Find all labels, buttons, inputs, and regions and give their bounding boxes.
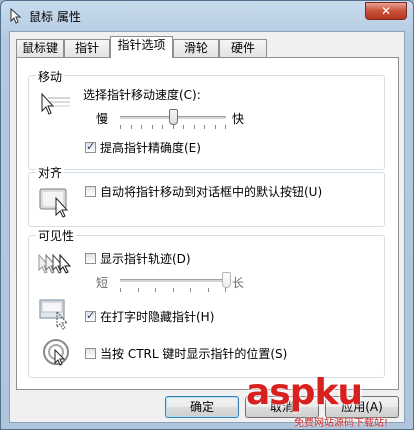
- fast-label: 快: [232, 112, 245, 126]
- slider-tick: [225, 288, 226, 292]
- speed-slider-ticks: [120, 125, 226, 129]
- hide-while-typing-checkbox[interactable]: ✓: [85, 309, 96, 322]
- motion-group-label: 移动: [36, 68, 65, 85]
- short-label: 短: [96, 276, 109, 290]
- ok-button-label: 确定: [189, 400, 214, 414]
- site-watermark: aspku 免费网站源码下载站!: [246, 370, 414, 430]
- tab-label: 鼠标键: [21, 41, 58, 55]
- trails-checkbox[interactable]: [85, 253, 96, 264]
- title-bar[interactable]: 鼠标 属性 ✕: [1, 1, 413, 31]
- trails-label: 显示指针轨迹(D): [100, 252, 191, 266]
- pointer-trails-icon: [38, 253, 72, 274]
- snap-to-label: 自动将指针移动到对话框中的默认按钮(U): [100, 185, 323, 199]
- slider-tick: [225, 125, 226, 129]
- trail-slider-track: [120, 279, 226, 283]
- tab-pointers[interactable]: 指针: [64, 39, 110, 57]
- slider-tick: [155, 288, 156, 292]
- motion-group: [28, 75, 385, 170]
- tab-wheel[interactable]: 滑轮: [173, 39, 219, 57]
- trail-slider-thumb[interactable]: [222, 272, 231, 288]
- hide-while-typing-icon: [39, 299, 69, 330]
- slider-tick: [173, 288, 174, 292]
- pointer-speed-icon: [41, 92, 70, 115]
- slider-tick: [152, 125, 153, 129]
- slider-tick: [120, 125, 121, 129]
- visibility-group-label: 可见性: [36, 227, 77, 244]
- ctrl-locate-checkbox[interactable]: [85, 348, 96, 359]
- mouse-properties-window: 鼠标 属性 ✕ 鼠标键 指针 指针选项 滑轮 硬件 移动 选择指针移动速度(C)…: [0, 0, 414, 430]
- hide-while-typing-label: 在打字时隐藏指针(H): [100, 310, 215, 324]
- tab-hardware[interactable]: 硬件: [219, 39, 267, 57]
- long-label: 长: [232, 276, 245, 290]
- precision-checkbox[interactable]: ✓: [85, 140, 96, 153]
- tab-mouse-buttons[interactable]: 鼠标键: [16, 39, 64, 57]
- ctrl-locate-icon: [43, 339, 69, 366]
- slider-tick: [138, 288, 139, 292]
- tab-label: 指针: [74, 41, 99, 55]
- slow-label: 慢: [96, 112, 109, 126]
- tab-pointer-options[interactable]: 指针选项: [110, 36, 173, 58]
- tab-label: 硬件: [230, 41, 255, 55]
- slider-tick: [173, 125, 174, 129]
- trail-slider-ticks: [120, 288, 226, 292]
- ok-button[interactable]: 确定: [165, 396, 239, 418]
- precision-label: 提高指针精确度(E): [100, 141, 201, 155]
- tab-label: 指针选项: [117, 38, 166, 52]
- check-mark-icon: ✓: [86, 309, 96, 322]
- slider-tick: [204, 125, 205, 129]
- slider-tick: [190, 288, 191, 292]
- mouse-app-icon: [10, 8, 22, 24]
- check-mark-icon: ✓: [86, 140, 96, 153]
- slider-tick: [120, 288, 121, 292]
- speed-label: 选择指针移动速度(C):: [83, 88, 201, 102]
- watermark-logo: aspku: [246, 372, 363, 413]
- slider-tick: [208, 288, 209, 292]
- watermark-tagline: 免费网站源码下载站!: [294, 418, 389, 429]
- slider-tick: [162, 125, 163, 129]
- snap-to-button-icon: [39, 188, 69, 218]
- snap-to-checkbox[interactable]: [85, 186, 96, 197]
- ctrl-locate-label: 当按 CTRL 键时显示指针的位置(S): [100, 347, 288, 361]
- snap-group-label: 对齐: [36, 164, 65, 181]
- speed-slider-thumb[interactable]: [169, 109, 178, 125]
- slider-tick: [194, 125, 195, 129]
- close-button[interactable]: ✕: [365, 2, 407, 20]
- slider-tick: [183, 125, 184, 129]
- pointer-options-panel: 移动 选择指针移动速度(C): 慢 快 ✓ 提高指针精确度(E) 对齐 自动将指…: [16, 57, 399, 390]
- slider-tick: [215, 125, 216, 129]
- tab-label: 滑轮: [183, 41, 208, 55]
- slider-tick: [131, 125, 132, 129]
- close-icon: ✕: [380, 4, 392, 18]
- slider-tick: [141, 125, 142, 129]
- window-title: 鼠标 属性: [29, 10, 81, 24]
